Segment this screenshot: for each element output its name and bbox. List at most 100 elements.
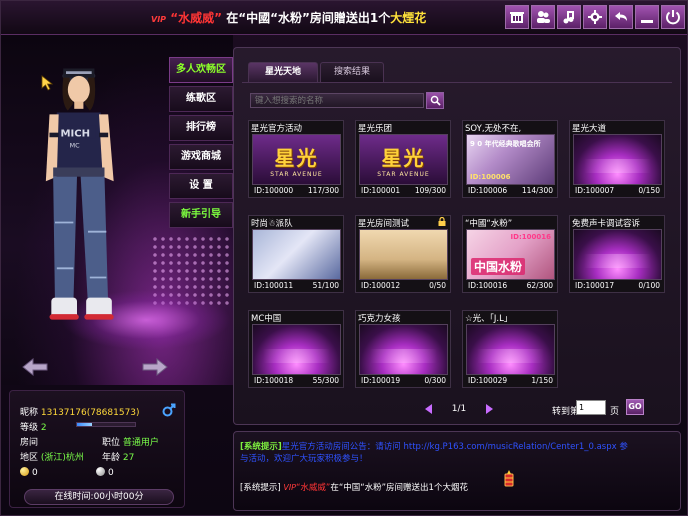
page-unit: 页 [610, 407, 620, 417]
room-footer: ID:100016 62/300 [466, 280, 555, 292]
room-card[interactable]: 免费声卡调试容诉 ID:100017 0/100 [569, 215, 665, 293]
system-message-2: [系统提示] VIP“水威威”在“中国“水粉”房间赠送出1个大烟花 [240, 483, 468, 493]
goto-page-input[interactable] [576, 400, 606, 415]
room-occupancy: 114/300 [521, 186, 553, 195]
go-button[interactable]: GO [626, 399, 644, 415]
room-title: SOY,无处不在, [465, 124, 522, 134]
room-occupancy: 1/150 [531, 376, 553, 385]
room-search-input[interactable] [250, 93, 424, 108]
friends-button[interactable] [531, 5, 555, 29]
room-card[interactable]: 星光乐团 星光 STAR AVENUE ID:100001 109/300 [355, 120, 451, 198]
silver-row: 0 [96, 467, 114, 478]
level-progress-fill [77, 423, 92, 426]
room-card[interactable]: 时尚☃派队 ID:100011 51/100 [248, 215, 344, 293]
rotate-right-button[interactable] [141, 357, 169, 377]
room-occupancy: 0/100 [638, 281, 660, 290]
profile-panel: 昵称 13137176(78681573) 等级 2 房间 职位 普通用户 地区… [9, 390, 185, 508]
room-title: 星光房间测试 [358, 219, 410, 229]
logo-subtext: STAR AVENUE [377, 170, 430, 178]
next-page-button[interactable] [484, 404, 494, 414]
room-footer: ID:100019 0/300 [359, 375, 448, 387]
age-row: 年龄 27 [102, 453, 135, 463]
room-footer: ID:100001 109/300 [359, 185, 448, 197]
tab-star-world[interactable]: 星光天地 [248, 62, 318, 82]
menu-game-mall[interactable]: 游戏商城 [169, 144, 233, 170]
level-value: 2 [40, 423, 47, 433]
room-thumbnail [466, 324, 555, 375]
job-value: 普通用户 [122, 438, 159, 448]
music-button[interactable] [557, 5, 581, 29]
room-occupancy: 55/300 [312, 376, 339, 385]
prev-page-button[interactable] [424, 404, 434, 414]
logo-subtext: STAR AVENUE [270, 170, 323, 178]
room-title: 巧克力女孩 [358, 314, 401, 324]
room-card[interactable]: 巧克力女孩 ID:100019 0/300 [355, 310, 451, 388]
room-thumbnail: 星光 STAR AVENUE [359, 134, 448, 185]
room-occupancy: 117/300 [307, 186, 339, 195]
menu-ranking[interactable]: 排行榜 [169, 115, 233, 141]
room-occupancy: 0/50 [429, 281, 446, 290]
exit-button[interactable] [661, 5, 685, 29]
svg-text:MICH: MICH [61, 128, 91, 139]
back-icon [615, 12, 627, 21]
room-id: ID:100012 [361, 281, 401, 290]
search-button[interactable] [426, 92, 444, 109]
page-indicator: 1/1 [451, 404, 467, 414]
room-footer: ID:100011 51/100 [252, 280, 341, 292]
room-list-panel: 星光天地 搜索结果 星光官方活动星光STAR AVENUEID:10000011… [233, 47, 681, 425]
room-thumbnail [252, 229, 341, 280]
room-card[interactable]: ☆光、「J.L」 ID:100029 1/150 [462, 310, 558, 388]
silver-value: 0 [108, 468, 114, 478]
room-card[interactable]: SOY,无处不在, 9 0 年代经典歌唱会所 ID:100006 ID:100006 1… [462, 120, 558, 198]
gift-announcement: VIP “水威威” 在“中國“水粉”房间贈送出1个大煙花 [151, 11, 427, 25]
room-id: ID:100006 [468, 186, 508, 195]
side-menu: 多人欢畅区 练歌区 排行榜 游戏商城 设 置 新手引导 [169, 57, 233, 231]
tab-search-results[interactable]: 搜索结果 [320, 62, 384, 82]
room-id: ID:100000 [254, 186, 294, 195]
room-id: ID:100018 [254, 376, 294, 385]
shop-icon [510, 12, 524, 23]
room-card[interactable]: “中國“水粉” ID:100016 中国水粉 ID:100016 62/300 [462, 215, 558, 293]
room-title: 时尚☃派队 [251, 219, 293, 229]
pager: 1/1 [424, 402, 494, 416]
room-footer: ID:100007 0/150 [573, 185, 662, 197]
avatar-character[interactable]: MICH MC [33, 35, 143, 355]
room-thumbnail [573, 134, 662, 185]
male-icon [162, 403, 176, 417]
logo-text: 星光 [381, 145, 426, 170]
room-card[interactable]: 星光房间测试 ID:100012 0/50 [355, 215, 451, 293]
room-card[interactable]: MC中国 ID:100018 55/300 [248, 310, 344, 388]
silver-coin-icon [96, 467, 105, 476]
settings-button[interactable] [583, 5, 607, 29]
rotate-left-button[interactable] [21, 357, 49, 377]
menu-multiplayer-zone[interactable]: 多人欢畅区 [169, 57, 233, 83]
room-thumbnail [359, 324, 448, 375]
system-message-panel: [系统提示]星光官方活动房间公告：请访问 http://kg.P163.com/… [233, 431, 681, 511]
menu-tutorial[interactable]: 新手引导 [169, 202, 233, 228]
nickname-value: 13137176(78681573) [40, 408, 140, 418]
back-button[interactable] [609, 5, 633, 29]
minimize-button[interactable] [635, 5, 659, 29]
room-card[interactable]: 星光大道 ID:100007 0/150 [569, 120, 665, 198]
thumb-caption: 中国水粉 [471, 258, 526, 275]
age-value: 27 [122, 453, 135, 463]
room-id: ID:100016 [468, 281, 508, 290]
gold-value: 0 [32, 468, 38, 478]
menu-settings[interactable]: 设 置 [169, 173, 233, 199]
vip-badge: VIP [151, 15, 167, 24]
room-id: ID:100017 [575, 281, 615, 290]
room-footer: ID:100029 1/150 [466, 375, 555, 387]
gold-coin-icon [20, 467, 29, 476]
room-card[interactable]: 星光官方活动 星光 STAR AVENUE ID:100000 117/300 [248, 120, 344, 198]
menu-practice-zone[interactable]: 练歌区 [169, 86, 233, 112]
room-label: 房间 [20, 438, 39, 448]
room-occupancy: 62/300 [526, 281, 553, 290]
shop-button[interactable] [505, 5, 529, 29]
room-occupancy: 51/100 [312, 281, 339, 290]
thumb-caption: 9 0 年代经典歌唱会所 [470, 140, 541, 148]
room-occupancy: 109/300 [414, 186, 446, 195]
search-icon [430, 95, 441, 106]
users-icon [537, 11, 550, 23]
room-footer: ID:100000 117/300 [252, 185, 341, 197]
room-id: ID:100019 [361, 376, 401, 385]
